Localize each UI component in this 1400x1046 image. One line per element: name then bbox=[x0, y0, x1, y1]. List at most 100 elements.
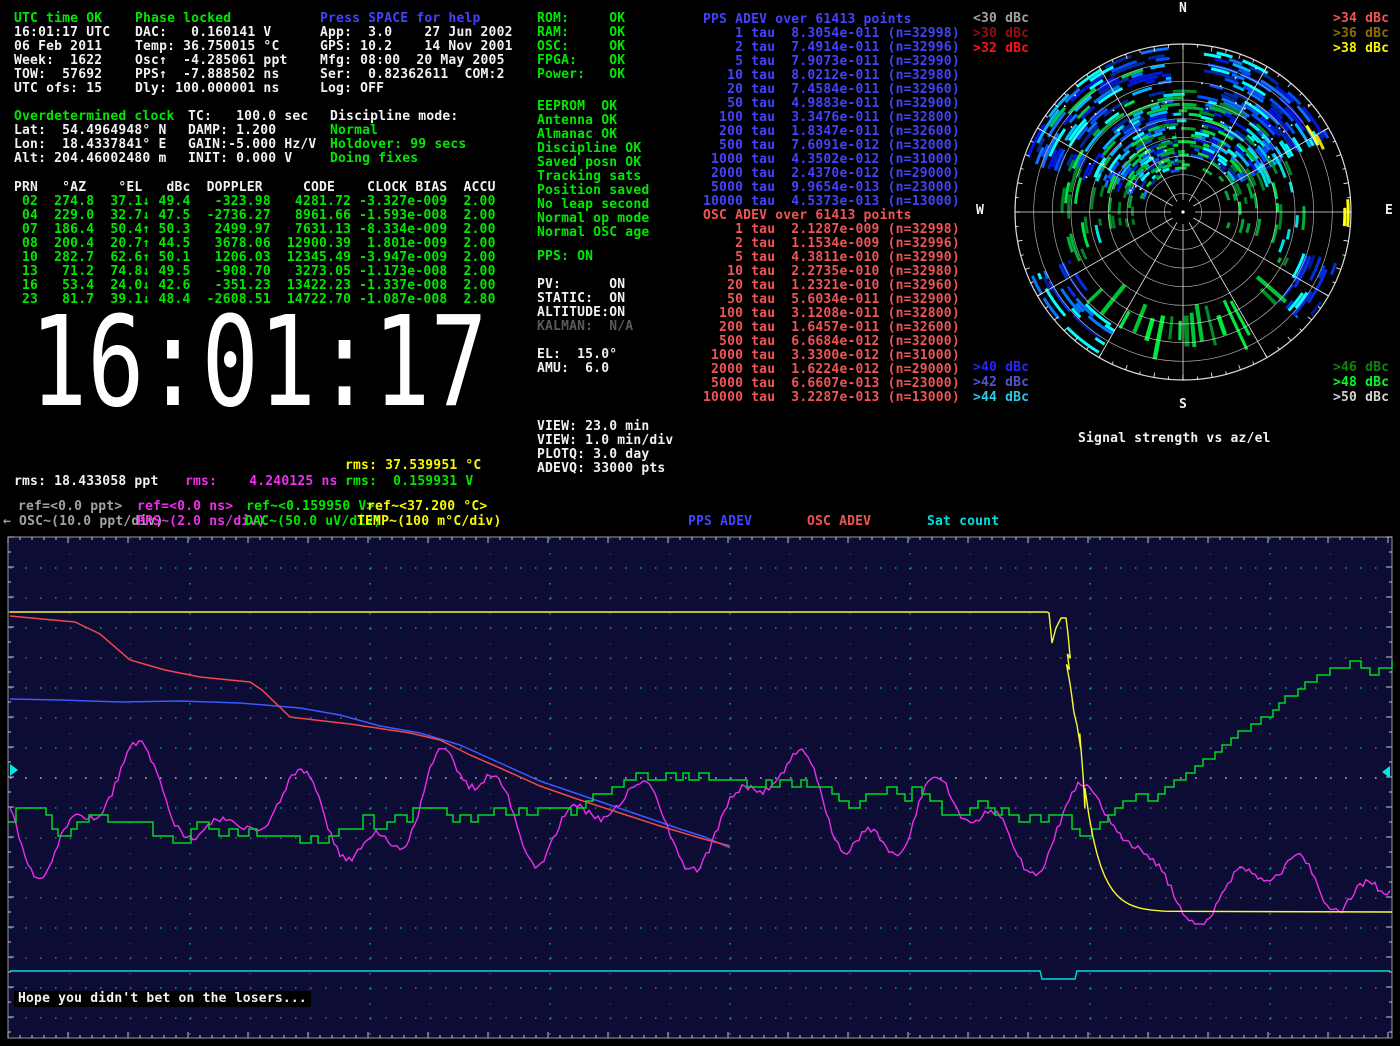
dbc-legend-bottom-right: >46 dBc>48 dBc>50 dBc bbox=[1333, 360, 1389, 405]
big-digital-clock: 16:01:17 bbox=[30, 288, 488, 438]
legend-line: <30 dBc bbox=[973, 11, 1029, 26]
text-line: Press SPACE for help bbox=[320, 12, 513, 26]
panel-discipline-mode: Discipline mode:NormalHoldover: 99 secsD… bbox=[330, 110, 466, 166]
text-line: Log: OFF bbox=[320, 82, 513, 96]
text-line: TC: 100.0 sec bbox=[188, 110, 316, 124]
adev-row: 50 tau 5.6034e-011 (n=32900) bbox=[703, 293, 960, 307]
table-row: 08 200.4 20.7↑ 44.5 3678.06 12900.39 1.8… bbox=[14, 237, 496, 251]
panel-phase-lock: Phase lockedDAC: 0.160141 VTemp: 36.7500… bbox=[135, 12, 288, 96]
text-line: AMU: 6.0 bbox=[537, 362, 633, 376]
text-line: No leap second bbox=[537, 198, 649, 212]
adev-row: 500 tau 7.6091e-012 (n=32000) bbox=[703, 139, 960, 153]
adev-row: 2 tau 7.4914e-011 (n=32996) bbox=[703, 41, 960, 55]
panel-position: Overdetermined clockLat: 54.4964948° NLo… bbox=[14, 110, 175, 166]
sat-count-trace-label: Sat count bbox=[927, 515, 999, 529]
text-line: VIEW: 23.0 min bbox=[537, 420, 673, 434]
rms-dac-value: rms: 0.159931 V bbox=[345, 475, 473, 489]
legend-line: >32 dBc bbox=[973, 41, 1029, 56]
legend-line: >40 dBc bbox=[973, 360, 1029, 375]
text-line: ALTITUDE:ON bbox=[537, 306, 633, 320]
adev-row: 200 tau 1.6457e-011 (n=32600) bbox=[703, 321, 960, 335]
text-line: EL: 15.0° bbox=[537, 348, 633, 362]
adev-row: 100 tau 3.3476e-011 (n=32800) bbox=[703, 111, 960, 125]
text-line: TOW: 57692 bbox=[14, 68, 110, 82]
text-line: EEPROM OK bbox=[537, 100, 649, 114]
text-line: Week: 1622 bbox=[14, 54, 110, 68]
adev-row: 2000 tau 2.4370e-012 (n=29000) bbox=[703, 167, 960, 181]
adev-row: 1 tau 8.3054e-011 (n=32998) bbox=[703, 27, 960, 41]
table-row: 04 229.0 32.7↓ 47.5 -2736.27 8961.66 -1.… bbox=[14, 209, 496, 223]
panel-device-status: ROM: OKRAM: OKOSC: OKFPGA: OKPower: OK bbox=[537, 12, 625, 82]
text-line: Ser: 0.82362611 COM:2 bbox=[320, 68, 513, 82]
adev-row: 200 tau 1.8347e-011 (n=32600) bbox=[703, 125, 960, 139]
dbc-legend-bottom-left: >40 dBc>42 dBc>44 dBc bbox=[973, 360, 1029, 405]
dbc-legend-top-right: >34 dBc>36 dBc>38 dBc bbox=[1333, 11, 1389, 56]
adev-row: 10000 tau 3.2287e-013 (n=13000) bbox=[703, 391, 960, 405]
table-row: 07 186.4 50.4↑ 50.3 2499.97 7631.13 -8.3… bbox=[14, 223, 496, 237]
text-line: INIT: 0.000 V bbox=[188, 152, 316, 166]
adev-row: 5 tau 4.3811e-010 (n=32990) bbox=[703, 251, 960, 265]
text-line: Discipline mode: bbox=[330, 110, 466, 124]
rms-pps-value: rms: 4.240125 ns bbox=[185, 475, 338, 489]
text-line: RAM: OK bbox=[537, 26, 625, 40]
text-line: GAIN:-5.000 Hz/V bbox=[188, 138, 316, 152]
text-line: ADEVQ: 33000 pts bbox=[537, 462, 673, 476]
table-row: PRN °AZ °EL dBc DOPPLER CODE CLOCK BIAS … bbox=[14, 181, 496, 195]
adev-row: 1000 tau 3.3300e-012 (n=31000) bbox=[703, 349, 960, 363]
panel-gps-status: EEPROM OKAntenna OKAlmanac OKDiscipline … bbox=[537, 100, 649, 240]
text-line: PPS: ON bbox=[537, 250, 633, 264]
legend-line: >36 dBc bbox=[1333, 26, 1389, 41]
text-line: Tracking sats bbox=[537, 170, 649, 184]
text-line: Normal bbox=[330, 124, 466, 138]
panel-receiver-modes: PPS: ONPV: ONSTATIC: ONALTITUDE:ONKALMAN… bbox=[537, 250, 633, 376]
text-line bbox=[537, 334, 633, 348]
text-line: Doing fixes bbox=[330, 152, 466, 166]
adev-row: 50 tau 4.9883e-011 (n=32900) bbox=[703, 97, 960, 111]
text-line: Power: OK bbox=[537, 68, 625, 82]
status-message: Hope you didn't bet on the losers... bbox=[14, 991, 311, 1007]
text-line: Normal OSC age bbox=[537, 226, 649, 240]
adev-row: 20 tau 1.2321e-010 (n=32960) bbox=[703, 279, 960, 293]
text-line: Saved posn OK bbox=[537, 156, 649, 170]
adev-row: 10 tau 2.2735e-010 (n=32980) bbox=[703, 265, 960, 279]
text-line: 06 Feb 2011 bbox=[14, 40, 110, 54]
adev-row: 2 tau 1.1534e-009 (n=32996) bbox=[703, 237, 960, 251]
text-line: ROM: OK bbox=[537, 12, 625, 26]
text-line: App: 3.0 27 Jun 2002 bbox=[320, 26, 513, 40]
adev-row: 100 tau 3.1208e-011 (n=32800) bbox=[703, 307, 960, 321]
adev-row: 1 tau 2.1287e-009 (n=32998) bbox=[703, 223, 960, 237]
pps-adev-trace-label: PPS ADEV bbox=[688, 515, 752, 529]
legend-line: >42 dBc bbox=[973, 375, 1029, 390]
adev-row: 2000 tau 1.6224e-012 (n=29000) bbox=[703, 363, 960, 377]
text-line: VIEW: 1.0 min/div bbox=[537, 434, 673, 448]
text-line: Osc↑ -4.285061 ppt bbox=[135, 54, 288, 68]
compass-west-label: W bbox=[976, 204, 984, 218]
text-line: Position saved bbox=[537, 184, 649, 198]
text-line: DAMP: 1.200 bbox=[188, 124, 316, 138]
adev-row: 1000 tau 4.3502e-012 (n=31000) bbox=[703, 153, 960, 167]
text-line: Mfg: 08:00 20 May 2005 bbox=[320, 54, 513, 68]
text-line: Lat: 54.4964948° N bbox=[14, 124, 175, 138]
legend-line: >48 dBc bbox=[1333, 375, 1389, 390]
text-line: PV: ON bbox=[537, 278, 633, 292]
panel-loop-params: TC: 100.0 secDAMP: 1.200GAIN:-5.000 Hz/V… bbox=[188, 110, 316, 166]
text-line: OSC: OK bbox=[537, 40, 625, 54]
compass-east-label: E bbox=[1385, 204, 1393, 218]
panel-help-version: Press SPACE for helpApp: 3.0 27 Jun 2002… bbox=[320, 12, 513, 96]
adev-row: 5000 tau 9.9654e-013 (n=23000) bbox=[703, 181, 960, 195]
text-line: DAC: 0.160141 V bbox=[135, 26, 288, 40]
compass-north-label: N bbox=[1179, 2, 1187, 16]
panel-view-settings: VIEW: 23.0 minVIEW: 1.0 min/divPLOTQ: 3.… bbox=[537, 420, 673, 476]
text-line: KALMAN: N/A bbox=[537, 320, 633, 334]
text-line: 16:01:17 UTC bbox=[14, 26, 110, 40]
dac-ref-label: ref~<0.159950 V> bbox=[246, 500, 374, 514]
adev-row: 5000 tau 6.6607e-013 (n=23000) bbox=[703, 377, 960, 391]
text-line: Temp: 36.750015 °C bbox=[135, 40, 288, 54]
adev-row: 5 tau 7.9073e-011 (n=32990) bbox=[703, 55, 960, 69]
text-line: UTC time OK bbox=[14, 12, 110, 26]
table-row: 13 71.2 74.8↓ 49.5 -908.70 3273.05 -1.17… bbox=[14, 265, 496, 279]
text-line: Phase locked bbox=[135, 12, 288, 26]
dbc-legend-top-left: <30 dBc>30 dBc>32 dBc bbox=[973, 11, 1029, 56]
rms-osc-value: rms: 18.433058 ppt bbox=[14, 475, 158, 489]
text-line: Dly: 100.000001 ns bbox=[135, 82, 288, 96]
